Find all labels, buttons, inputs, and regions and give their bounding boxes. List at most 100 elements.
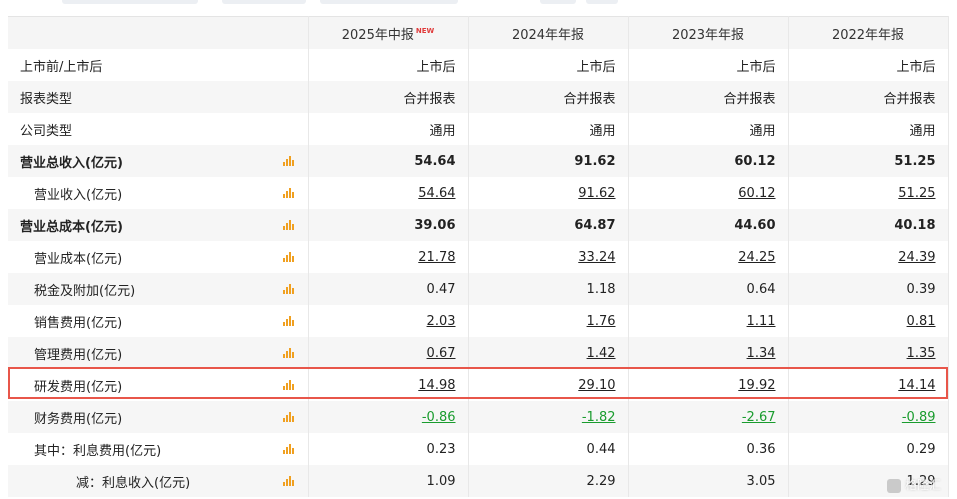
value-cell[interactable]: 14.98 — [308, 369, 469, 401]
row-label: 营业总成本(亿元) — [8, 209, 309, 241]
row-label: 管理费用(亿元) — [8, 337, 309, 369]
value-cell[interactable]: 21.78 — [308, 241, 469, 273]
value-cell[interactable]: 51.25 — [788, 177, 949, 209]
value-cell: 合并报表 — [468, 81, 629, 113]
row-label: 财务费用(亿元) — [8, 401, 309, 433]
table-header-row: 2025年中报 NEW 2024年年报 2023年年报 2022年年报 — [8, 16, 949, 49]
value-cell[interactable]: 1.11 — [628, 305, 789, 337]
value-cell: 1.09 — [308, 465, 469, 497]
bar-chart-icon[interactable] — [282, 475, 295, 486]
value-cell[interactable]: 1.35 — [788, 337, 949, 369]
bar-chart-icon[interactable] — [282, 411, 295, 422]
value-cell[interactable]: 54.64 — [308, 177, 469, 209]
bar-chart-icon[interactable] — [282, 251, 295, 262]
value-cell[interactable]: -0.86 — [308, 401, 469, 433]
row-label: 其中：利息费用(亿元) — [8, 433, 309, 465]
row-label: 上市前/上市后 — [8, 49, 309, 81]
value-cell: 0.44 — [468, 433, 629, 465]
row-label: 减：利息收入(亿元) — [8, 465, 309, 497]
bar-chart-icon[interactable] — [282, 219, 295, 230]
column-header-2022-annual[interactable]: 2022年年报 — [788, 16, 949, 49]
row-label: 营业成本(亿元) — [8, 241, 309, 273]
value-cell[interactable]: 33.24 — [468, 241, 629, 273]
value-cell: 上市后 — [628, 49, 789, 81]
value-cell[interactable]: 24.25 — [628, 241, 789, 273]
row-label: 税金及附加(亿元) — [8, 273, 309, 305]
table-row: 报表类型 合并报表 合并报表 合并报表 合并报表 — [8, 81, 949, 113]
column-header-2024-annual[interactable]: 2024年年报 — [468, 16, 629, 49]
value-cell: 0.29 — [788, 433, 949, 465]
row-label: 公司类型 — [8, 113, 309, 145]
value-cell: 54.64 — [308, 145, 469, 177]
table-row: 营业成本(亿元) 21.78 33.24 24.25 24.39 — [8, 241, 949, 273]
table-row: 营业总收入(亿元) 54.64 91.62 60.12 51.25 — [8, 145, 949, 177]
bar-chart-icon[interactable] — [282, 315, 295, 326]
row-label: 销售费用(亿元) — [8, 305, 309, 337]
table-row: 销售费用(亿元) 2.03 1.76 1.11 0.81 — [8, 305, 949, 337]
column-header-2025-interim[interactable]: 2025年中报 NEW — [308, 16, 469, 49]
value-cell[interactable]: 2.03 — [308, 305, 469, 337]
value-cell[interactable]: 1.42 — [468, 337, 629, 369]
value-cell[interactable]: 14.14 — [788, 369, 949, 401]
table-row: 研发费用(亿元) 14.98 29.10 19.92 14.14 — [8, 369, 949, 401]
value-cell: 1.18 — [468, 273, 629, 305]
table-row: 上市前/上市后 上市后 上市后 上市后 上市后 — [8, 49, 949, 81]
value-cell: 39.06 — [308, 209, 469, 241]
value-cell[interactable]: 19.92 — [628, 369, 789, 401]
bar-chart-icon[interactable] — [282, 443, 295, 454]
table-row: 营业收入(亿元) 54.64 91.62 60.12 51.25 — [8, 177, 949, 209]
table-row: 减：利息收入(亿元) 1.09 2.29 3.05 1.29 — [8, 465, 949, 497]
top-tab-strip — [0, 0, 957, 8]
watermark: 格隆汇 — [886, 476, 941, 493]
value-cell: 44.60 — [628, 209, 789, 241]
bar-chart-icon[interactable] — [282, 283, 295, 294]
value-cell[interactable]: -0.89 — [788, 401, 949, 433]
value-cell: 2.29 — [468, 465, 629, 497]
value-cell: 通用 — [308, 113, 469, 145]
value-cell: 合并报表 — [788, 81, 949, 113]
value-cell: 上市后 — [788, 49, 949, 81]
table-row: 其中：利息费用(亿元) 0.23 0.44 0.36 0.29 — [8, 433, 949, 465]
value-cell: 上市后 — [308, 49, 469, 81]
value-cell: 0.64 — [628, 273, 789, 305]
value-cell[interactable]: 1.76 — [468, 305, 629, 337]
value-cell: 合并报表 — [308, 81, 469, 113]
value-cell[interactable]: 1.34 — [628, 337, 789, 369]
value-cell: 0.36 — [628, 433, 789, 465]
column-header-2023-annual[interactable]: 2023年年报 — [628, 16, 789, 49]
value-cell[interactable]: 24.39 — [788, 241, 949, 273]
value-cell[interactable]: 0.81 — [788, 305, 949, 337]
value-cell[interactable]: -2.67 — [628, 401, 789, 433]
value-cell: 上市后 — [468, 49, 629, 81]
row-label: 研发费用(亿元) — [8, 369, 309, 401]
value-cell: 91.62 — [468, 145, 629, 177]
bar-chart-icon[interactable] — [282, 187, 295, 198]
value-cell: 0.23 — [308, 433, 469, 465]
bar-chart-icon[interactable] — [282, 379, 295, 390]
value-cell[interactable]: 91.62 — [468, 177, 629, 209]
value-cell: 40.18 — [788, 209, 949, 241]
row-label: 营业收入(亿元) — [8, 177, 309, 209]
value-cell[interactable]: 60.12 — [628, 177, 789, 209]
value-cell: 通用 — [788, 113, 949, 145]
bar-chart-icon[interactable] — [282, 347, 295, 358]
header-label-cell — [8, 16, 309, 49]
row-label: 营业总收入(亿元) — [8, 145, 309, 177]
table-row: 财务费用(亿元) -0.86 -1.82 -2.67 -0.89 — [8, 401, 949, 433]
value-cell[interactable]: -1.82 — [468, 401, 629, 433]
value-cell[interactable]: 0.67 — [308, 337, 469, 369]
value-cell[interactable]: 29.10 — [468, 369, 629, 401]
value-cell: 51.25 — [788, 145, 949, 177]
value-cell: 3.05 — [628, 465, 789, 497]
value-cell: 64.87 — [468, 209, 629, 241]
table-row: 税金及附加(亿元) 0.47 1.18 0.64 0.39 — [8, 273, 949, 305]
value-cell: 合并报表 — [628, 81, 789, 113]
row-label: 报表类型 — [8, 81, 309, 113]
value-cell: 0.47 — [308, 273, 469, 305]
value-cell: 通用 — [628, 113, 789, 145]
financial-table: 2025年中报 NEW 2024年年报 2023年年报 2022年年报 上市前/上… — [8, 16, 949, 497]
table-row: 管理费用(亿元) 0.67 1.42 1.34 1.35 — [8, 337, 949, 369]
value-cell: 通用 — [468, 113, 629, 145]
value-cell: 0.39 — [788, 273, 949, 305]
bar-chart-icon[interactable] — [282, 155, 295, 166]
